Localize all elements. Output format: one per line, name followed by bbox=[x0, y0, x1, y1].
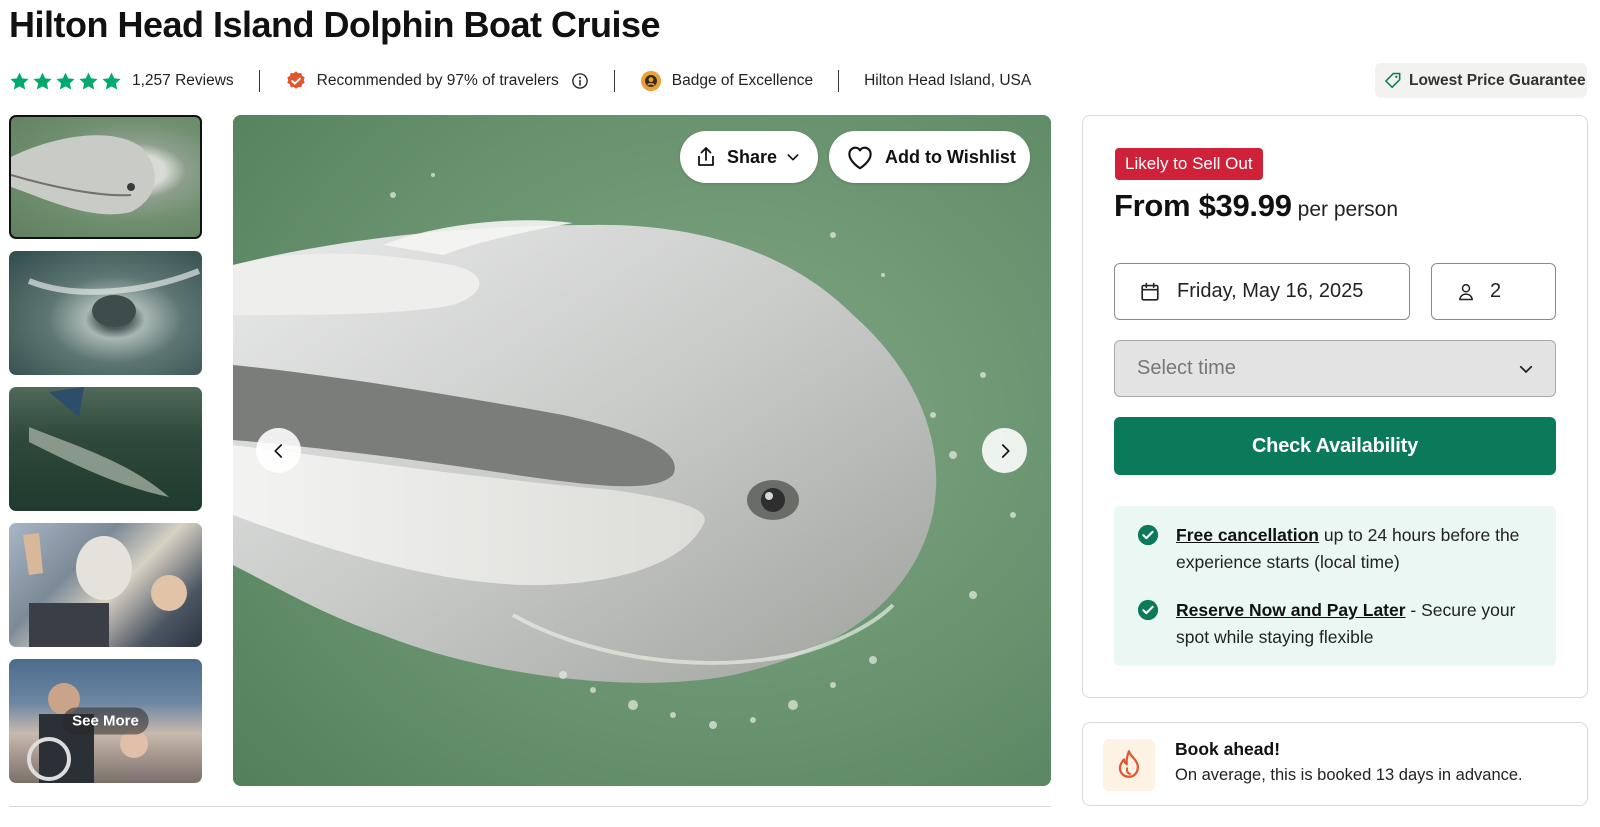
perk-item: Free cancellation up to 24 hours before … bbox=[1137, 522, 1537, 576]
traveler-count: 2 bbox=[1490, 280, 1502, 302]
booking-perks: Free cancellation up to 24 hours before … bbox=[1114, 506, 1556, 666]
perk-text: Free cancellation up to 24 hours before … bbox=[1176, 522, 1537, 576]
recommended-text: Recommended by 97% of travelers bbox=[316, 72, 559, 89]
star-icon bbox=[102, 72, 121, 90]
chevron-down-icon bbox=[787, 154, 799, 161]
star-icon bbox=[56, 72, 75, 90]
dolphin-thumbnail-image bbox=[27, 268, 201, 327]
free-cancellation-link[interactable]: Free cancellation bbox=[1176, 525, 1319, 545]
share-label: Share bbox=[727, 146, 778, 167]
meta-divider bbox=[258, 70, 260, 92]
fire-icon bbox=[1103, 739, 1155, 791]
dolphin-thumbnail-image bbox=[11, 135, 155, 215]
perk-item: Reserve Now and Pay Later - Secure your … bbox=[1137, 597, 1537, 651]
price: From $39.99 bbox=[1114, 188, 1292, 223]
check-circle-icon bbox=[1137, 599, 1159, 621]
share-icon bbox=[698, 147, 714, 166]
reviews-link[interactable]: 1,257 Reviews bbox=[132, 72, 234, 90]
badge-text: Badge of Excellence bbox=[671, 72, 814, 89]
selected-date: Friday, May 16, 2025 bbox=[1177, 280, 1364, 302]
tag-icon bbox=[1385, 72, 1401, 88]
gallery-thumbnail[interactable]: See More bbox=[9, 659, 202, 783]
gallery-thumbnail[interactable] bbox=[9, 115, 202, 239]
price-suffix: per person bbox=[1297, 198, 1399, 221]
gallery-thumbnail[interactable] bbox=[9, 523, 202, 647]
chevron-right-icon bbox=[1001, 443, 1010, 458]
people-thumbnail-image bbox=[23, 533, 187, 647]
reserve-now-pay-later-link[interactable]: Reserve Now and Pay Later bbox=[1176, 600, 1406, 620]
recommended-icon bbox=[285, 70, 307, 92]
person-icon bbox=[1459, 283, 1473, 300]
likely-to-sell-out-badge: Likely to Sell Out bbox=[1115, 148, 1263, 180]
price-line: From $39.99 per person bbox=[1114, 188, 1398, 224]
book-ahead-title: Book ahead! bbox=[1175, 739, 1281, 759]
rating-stars[interactable] bbox=[9, 71, 122, 92]
share-button[interactable]: Share bbox=[680, 131, 818, 183]
see-more-button[interactable]: See More bbox=[62, 707, 149, 735]
check-availability-button[interactable]: Check Availability bbox=[1114, 417, 1556, 475]
gallery-thumbnail[interactable] bbox=[9, 251, 202, 375]
info-icon[interactable] bbox=[571, 72, 589, 90]
meta-divider bbox=[613, 70, 615, 92]
lowest-price-guarantee[interactable]: Lowest Price Guarantee bbox=[1375, 63, 1587, 98]
star-icon bbox=[33, 72, 52, 90]
book-ahead-subtitle: On average, this is booked 13 days in ad… bbox=[1175, 766, 1523, 784]
check-circle-icon bbox=[1137, 524, 1159, 546]
wishlist-label: Add to Wishlist bbox=[885, 146, 1016, 167]
badge-icon bbox=[640, 70, 662, 92]
heart-icon bbox=[848, 146, 872, 170]
location-text: Hilton Head Island, USA bbox=[864, 72, 1032, 89]
date-picker[interactable]: Friday, May 16, 2025 bbox=[1114, 263, 1410, 320]
dolphin-thumbnail-image bbox=[29, 387, 169, 497]
dolphin-main-image bbox=[233, 115, 1051, 786]
perk-text: Reserve Now and Pay Later - Secure your … bbox=[1176, 597, 1537, 651]
section-divider bbox=[9, 806, 1051, 807]
chevron-down-icon bbox=[1519, 365, 1533, 373]
page-title: Hilton Head Island Dolphin Boat Cruise bbox=[9, 4, 661, 45]
main-photo[interactable]: Share Add to Wishlist bbox=[233, 115, 1051, 786]
lowest-price-guarantee-label: Lowest Price Guarantee bbox=[1409, 71, 1586, 89]
time-select[interactable]: Select time bbox=[1114, 340, 1556, 397]
travelers-picker[interactable]: 2 bbox=[1431, 263, 1556, 320]
star-icon bbox=[79, 72, 98, 90]
next-photo-button[interactable] bbox=[982, 428, 1027, 473]
meta-divider bbox=[838, 70, 840, 92]
meta-row: 1,257 Reviews Recommended by 97% of trav… bbox=[9, 68, 1031, 94]
add-to-wishlist-button[interactable]: Add to Wishlist bbox=[829, 131, 1030, 183]
time-select-placeholder: Select time bbox=[1137, 357, 1236, 379]
book-ahead-card: Book ahead! On average, this is booked 1… bbox=[1082, 722, 1588, 806]
gallery-thumbnail[interactable] bbox=[9, 387, 202, 511]
chevron-left-icon bbox=[273, 443, 282, 458]
star-icon bbox=[10, 72, 29, 90]
calendar-icon bbox=[1141, 282, 1159, 301]
previous-photo-button[interactable] bbox=[256, 428, 301, 473]
booking-card: Likely to Sell Out From $39.99 per perso… bbox=[1082, 115, 1588, 698]
